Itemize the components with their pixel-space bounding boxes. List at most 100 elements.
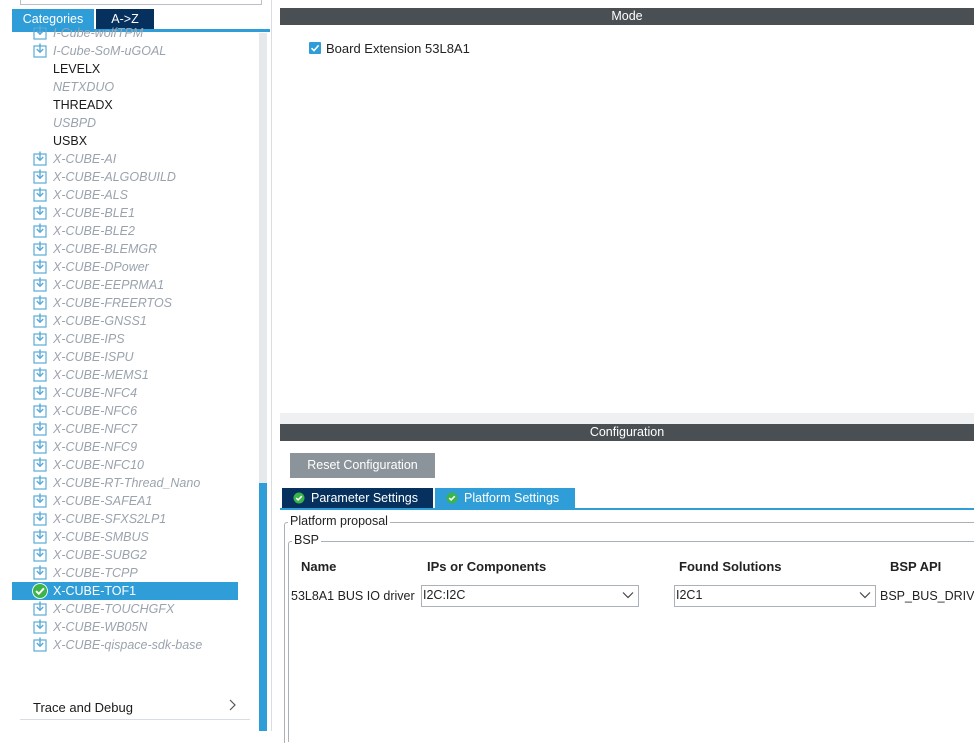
search-input[interactable] — [20, 0, 262, 5]
ips-components-select[interactable]: I2C:I2C — [421, 585, 639, 607]
trace-and-debug-item[interactable]: Trace and Debug — [20, 695, 250, 720]
component-list-item-label: X-CUBE-ISPU — [53, 350, 134, 364]
bsp-row-name: 53L8A1 BUS IO driver — [291, 589, 415, 603]
component-list-item[interactable]: X-CUBE-ALGOBUILD — [12, 168, 238, 186]
component-list-item[interactable]: NETXDUO — [12, 78, 238, 96]
download-icon — [33, 493, 47, 508]
component-list-item[interactable]: X-CUBE-FREERTOS — [12, 294, 238, 312]
tab-parameter-settings[interactable]: Parameter Settings — [282, 488, 433, 508]
component-list-item[interactable]: X-CUBE-EEPRMA1 — [12, 276, 238, 294]
component-list-item-label: X-CUBE-SMBUS — [53, 530, 149, 544]
download-icon — [33, 205, 47, 220]
download-icon — [33, 187, 47, 202]
board-extension-label: Board Extension 53L8A1 — [326, 41, 470, 56]
download-icon — [33, 511, 47, 526]
component-list-item-label: USBX — [53, 134, 88, 148]
component-list-item[interactable]: LEVELX — [12, 60, 238, 78]
tab-platform-settings-label: Platform Settings — [464, 491, 560, 505]
component-list-item[interactable]: X-CUBE-TCPP — [12, 564, 238, 582]
download-icon — [33, 547, 47, 562]
component-list-item[interactable]: X-CUBE-AI — [12, 150, 238, 168]
component-list-item-label: X-CUBE-GNSS1 — [53, 314, 147, 328]
component-list-item-label: X-CUBE-ALGOBUILD — [53, 170, 176, 184]
tab-platform-settings[interactable]: Platform Settings — [435, 488, 575, 508]
component-list-item[interactable]: X-CUBE-RT-Thread_Nano — [12, 474, 238, 492]
component-list-item-label: X-CUBE-SFXS2LP1 — [53, 512, 167, 526]
component-list-item-label: X-CUBE-TCPP — [53, 566, 138, 580]
component-list-item[interactable]: USBX — [12, 132, 238, 150]
download-icon — [33, 637, 47, 652]
download-icon — [33, 529, 47, 544]
component-list-item[interactable]: X-CUBE-GNSS1 — [12, 312, 238, 330]
component-list-item[interactable]: I-Cube-SoM-uGOAL — [12, 42, 238, 60]
component-list-item[interactable]: X-CUBE-NFC10 — [12, 456, 238, 474]
component-list-item[interactable]: X-CUBE-qispace-sdk-base — [12, 636, 238, 654]
component-list-item-label: X-CUBE-NFC6 — [53, 404, 138, 418]
board-extension-checkbox[interactable] — [309, 42, 321, 54]
component-list-item[interactable]: X-CUBE-TOF1 — [12, 582, 238, 600]
component-list-item[interactable]: X-CUBE-NFC9 — [12, 438, 238, 456]
component-list-item[interactable]: X-CUBE-NFC6 — [12, 402, 238, 420]
component-list-item-label: X-CUBE-BLE1 — [53, 206, 135, 220]
component-list-item[interactable]: X-CUBE-BLE2 — [12, 222, 238, 240]
component-list-item[interactable]: X-CUBE-IPS — [12, 330, 238, 348]
component-list-item[interactable]: X-CUBE-DPower — [12, 258, 238, 276]
component-list-item[interactable]: X-CUBE-BLEMGR — [12, 240, 238, 258]
panel-splitter[interactable] — [280, 413, 974, 424]
component-list-item-label: X-CUBE-IPS — [53, 332, 125, 346]
component-list-item-label: THREADX — [53, 98, 113, 112]
component-list-item-label: X-CUBE-SUBG2 — [53, 548, 147, 562]
download-icon — [33, 385, 47, 400]
download-icon — [33, 439, 47, 454]
component-list-item[interactable]: X-CUBE-ALS — [12, 186, 238, 204]
download-icon — [33, 25, 47, 40]
component-list-item-label: I-Cube-SoM-uGOAL — [53, 44, 167, 58]
component-list-item[interactable]: X-CUBE-BLE1 — [12, 204, 238, 222]
component-list-item[interactable]: X-CUBE-NFC7 — [12, 420, 238, 438]
component-list-item[interactable]: X-CUBE-SFXS2LP1 — [12, 510, 238, 528]
download-icon — [33, 601, 47, 616]
download-icon — [33, 565, 47, 580]
found-solutions-select[interactable]: I2C1 — [674, 585, 876, 607]
mode-header: Mode — [280, 8, 974, 25]
configuration-area: Reset Configuration Parameter Settings P… — [280, 441, 974, 743]
component-list-item-label: X-CUBE-AI — [53, 152, 117, 166]
component-list-item-label: X-CUBE-RT-Thread_Nano — [53, 476, 201, 490]
component-list-item[interactable]: USBPD — [12, 114, 238, 132]
component-list-item-label: NETXDUO — [53, 80, 115, 94]
component-list-item[interactable]: X-CUBE-WB05N — [12, 618, 238, 636]
chevron-down-icon — [622, 592, 634, 599]
check-circle-icon — [32, 583, 48, 599]
component-list-item[interactable]: I-Cube-wolfTPM — [12, 24, 238, 42]
download-icon — [33, 457, 47, 472]
component-list-item-label: X-CUBE-FREERTOS — [53, 296, 173, 310]
download-icon — [33, 169, 47, 184]
reset-configuration-button[interactable]: Reset Configuration — [290, 453, 435, 478]
component-list-item[interactable]: THREADX — [12, 96, 238, 114]
scrollbar-thumb[interactable] — [259, 483, 267, 731]
download-icon — [33, 259, 47, 274]
bsp-api-value: BSP_BUS_DRIV — [880, 589, 974, 603]
trace-and-debug-label: Trace and Debug — [33, 700, 133, 715]
component-list-item[interactable]: X-CUBE-MEMS1 — [12, 366, 238, 384]
configuration-header: Configuration — [280, 424, 974, 441]
download-icon — [33, 421, 47, 436]
component-list-item[interactable]: X-CUBE-NFC4 — [12, 384, 238, 402]
bsp-label: BSP — [292, 533, 322, 547]
component-list-item[interactable]: X-CUBE-ISPU — [12, 348, 238, 366]
component-list-item-label: X-CUBE-NFC4 — [53, 386, 138, 400]
column-header-name: Name — [301, 559, 337, 574]
download-icon — [33, 331, 47, 346]
download-icon — [33, 223, 47, 238]
check-circle-icon — [446, 492, 458, 504]
settings-tabs-underline — [280, 508, 974, 510]
component-list-item[interactable]: X-CUBE-SMBUS — [12, 528, 238, 546]
download-icon — [33, 151, 47, 166]
tab-parameter-settings-label: Parameter Settings — [311, 491, 418, 505]
component-list-item-label: X-CUBE-TOF1 — [53, 584, 137, 598]
component-list-item-label: USBPD — [53, 116, 97, 130]
component-list-item[interactable]: X-CUBE-TOUCHGFX — [12, 600, 238, 618]
platform-proposal-label: Platform proposal — [288, 514, 390, 528]
component-list-item[interactable]: X-CUBE-SAFEA1 — [12, 492, 238, 510]
component-list-item[interactable]: X-CUBE-SUBG2 — [12, 546, 238, 564]
